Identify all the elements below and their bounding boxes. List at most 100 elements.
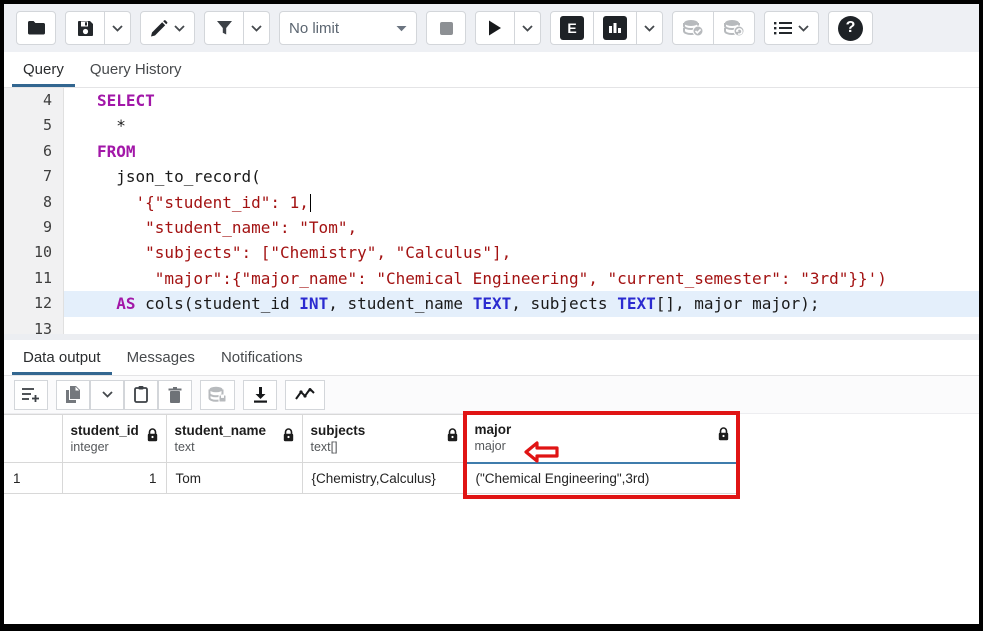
add-row-button[interactable]	[14, 380, 48, 410]
tab-query-history[interactable]: Query History	[77, 52, 195, 87]
editor-line[interactable]: 5 *	[4, 113, 979, 138]
code-line[interactable]: "student_name": "Tom",	[64, 215, 979, 240]
copy-icon	[65, 386, 81, 403]
explain-analyze-icon	[603, 16, 627, 40]
explain-analyze-button[interactable]	[594, 11, 637, 45]
code-line[interactable]: FROM	[64, 139, 979, 164]
stop-button[interactable]	[426, 11, 466, 45]
save-data-icon	[208, 386, 227, 403]
macros-list-icon	[774, 21, 792, 35]
line-number: 9	[4, 215, 64, 240]
sql-editor[interactable]: 4SELECT5 *6FROM7 json_to_record(8 '{"stu…	[4, 88, 979, 334]
data-output-grid: student_idintegerstudent_nametextsubject…	[4, 414, 979, 594]
filter-dropdown-button[interactable]	[244, 11, 270, 45]
tab-query[interactable]: Query	[10, 52, 77, 87]
editor-line[interactable]: 7 json_to_record(	[4, 164, 979, 189]
column-type: text	[175, 439, 267, 456]
screenshot-frame: No limit E	[0, 0, 983, 631]
cell-student_name[interactable]: Tom	[166, 463, 302, 494]
result-tabbar: Data output Messages Notifications	[4, 340, 979, 376]
code-line[interactable]: *	[64, 113, 979, 138]
paste-icon	[134, 386, 148, 403]
tab-messages[interactable]: Messages	[114, 340, 208, 375]
row-limit-value: No limit	[289, 20, 339, 37]
column-type: integer	[71, 439, 139, 456]
line-number: 4	[4, 88, 64, 113]
lock-icon	[718, 427, 729, 441]
cell-student_id[interactable]: 1	[62, 463, 166, 494]
filter-button[interactable]	[204, 11, 244, 45]
results-toolbar	[4, 376, 979, 414]
editor-line[interactable]: 9 "student_name": "Tom",	[4, 215, 979, 240]
save-button[interactable]	[65, 11, 105, 45]
paste-button[interactable]	[124, 380, 158, 410]
editor-line[interactable]: 4SELECT	[4, 88, 979, 113]
editor-line[interactable]: 12 AS cols(student_id INT, student_name …	[4, 291, 979, 316]
row-number-cell[interactable]: 1	[4, 463, 62, 494]
column-header-student_id[interactable]: student_idinteger	[62, 415, 166, 463]
chevron-down-icon	[251, 25, 262, 32]
cell-subjects[interactable]: {Chemistry,Calculus}	[302, 463, 466, 494]
graph-icon	[295, 388, 315, 401]
save-dropdown-button[interactable]	[105, 11, 131, 45]
pencil-icon	[150, 20, 168, 37]
funnel-icon	[216, 20, 233, 36]
graph-visualiser-button[interactable]	[285, 380, 325, 410]
column-name: student_name	[175, 422, 267, 439]
open-file-icon	[27, 20, 46, 36]
chevron-down-icon	[644, 25, 655, 32]
editor-line[interactable]: 8 '{"student_id": 1,	[4, 190, 979, 215]
chevron-down-icon	[102, 391, 113, 398]
cell-major[interactable]: ("Chemical Engineering",3rd)	[466, 463, 737, 494]
editor-line[interactable]: 6FROM	[4, 139, 979, 164]
query-toolbar: No limit E	[4, 4, 979, 52]
tab-notifications[interactable]: Notifications	[208, 340, 316, 375]
execute-dropdown-button[interactable]	[515, 11, 541, 45]
column-header-student_name[interactable]: student_nametext	[166, 415, 302, 463]
chevron-down-icon	[112, 25, 123, 32]
code-line[interactable]: '{"student_id": 1,	[64, 190, 979, 215]
explain-dropdown-button[interactable]	[637, 11, 663, 45]
delete-button[interactable]	[158, 380, 192, 410]
table-row[interactable]: 11Tom{Chemistry,Calculus}("Chemical Engi…	[4, 463, 737, 494]
column-type: text[]	[311, 439, 366, 456]
macros-button[interactable]	[764, 11, 819, 45]
code-line[interactable]: json_to_record(	[64, 164, 979, 189]
explain-button[interactable]: E	[550, 11, 594, 45]
column-name: major	[475, 421, 512, 438]
row-limit-select[interactable]: No limit	[279, 11, 417, 45]
editor-line[interactable]: 11 "major":{"major_name": "Chemical Engi…	[4, 266, 979, 291]
copy-dropdown-button[interactable]	[90, 380, 124, 410]
code-line[interactable]: SELECT	[64, 88, 979, 113]
column-header-subjects[interactable]: subjectstext[]	[302, 415, 466, 463]
lock-icon	[447, 428, 458, 442]
copy-button[interactable]	[56, 380, 90, 410]
explain-icon: E	[560, 16, 584, 40]
save-data-button[interactable]	[200, 380, 235, 410]
chevron-down-icon	[522, 25, 533, 32]
text-cursor	[310, 194, 312, 212]
help-button[interactable]: ?	[828, 11, 873, 45]
delete-icon	[168, 387, 182, 403]
column-header-major[interactable]: majormajor	[466, 415, 737, 463]
code-line[interactable]: AS cols(student_id INT, student_name TEX…	[64, 291, 979, 316]
open-file-button[interactable]	[16, 11, 56, 45]
edit-button[interactable]	[140, 11, 195, 45]
tab-data-output[interactable]: Data output	[10, 340, 114, 375]
save-icon	[77, 20, 94, 37]
code-line[interactable]: "major":{"major_name": "Chemical Enginee…	[64, 266, 979, 291]
execute-button[interactable]	[475, 11, 515, 45]
row-number-header[interactable]	[4, 415, 62, 463]
commit-button[interactable]	[672, 11, 714, 45]
lock-icon	[147, 428, 158, 442]
download-button[interactable]	[243, 380, 277, 410]
code-line[interactable]: "subjects": ["Chemistry", "Calculus"],	[64, 240, 979, 265]
column-name: student_id	[71, 422, 139, 439]
editor-line-partial: 13	[4, 317, 979, 334]
line-number: 13	[4, 317, 64, 334]
chevron-down-icon	[396, 25, 407, 32]
editor-line[interactable]: 10 "subjects": ["Chemistry", "Calculus"]…	[4, 240, 979, 265]
rollback-button[interactable]	[714, 11, 755, 45]
column-name: subjects	[311, 422, 366, 439]
results-table[interactable]: student_idintegerstudent_nametextsubject…	[4, 414, 738, 494]
